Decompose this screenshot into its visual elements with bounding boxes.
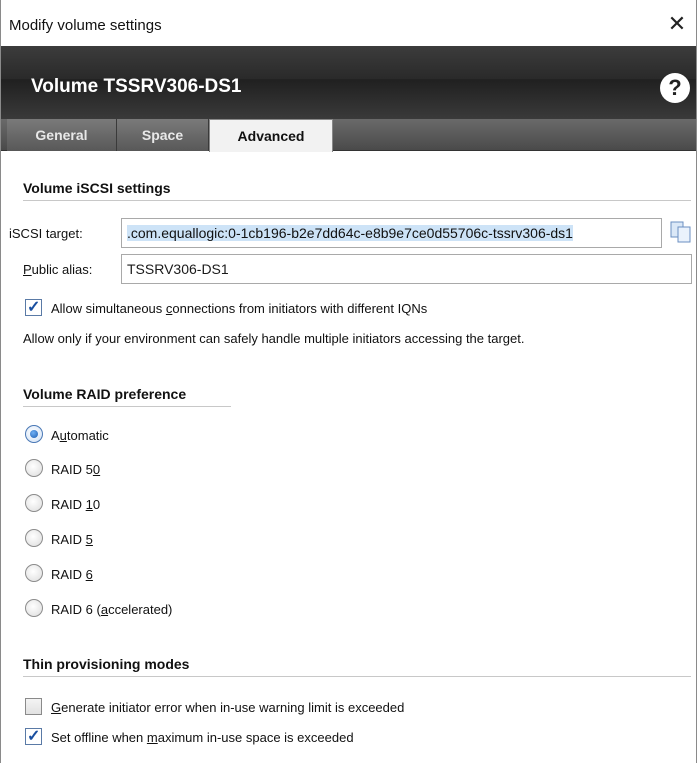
raid-50-radio[interactable] — [25, 459, 43, 477]
volume-title: Volume TSSRV306-DS1 — [31, 76, 242, 97]
opt-mnemonic: 0 — [92, 462, 101, 477]
raid-6-accelerated-label[interactable]: RAID 6 (accelerated) — [51, 602, 172, 617]
opt-pre: RAID — [51, 532, 86, 547]
allow-multi-initiator-label[interactable]: Allow simultaneous connections from init… — [51, 301, 427, 316]
section-divider — [23, 676, 691, 677]
raid-5-label[interactable]: RAID 5 — [51, 532, 93, 547]
help-icon[interactable]: ? — [660, 73, 690, 103]
volume-header: Volume TSSRV306-DS1 ? — [1, 46, 696, 119]
raid-6-label[interactable]: RAID 6 — [51, 567, 93, 582]
public-alias-label: Public alias: — [23, 262, 92, 277]
opt-pre: RAID — [51, 567, 86, 582]
section-divider — [23, 406, 231, 407]
copy-icon[interactable] — [669, 221, 693, 243]
opt-pre: RAID 6 ( — [51, 602, 101, 617]
iscsi-target-label: iSCSI target: — [9, 226, 83, 241]
tab-advanced[interactable]: Advanced — [209, 119, 333, 152]
opt-mnemonic: u — [59, 428, 67, 443]
opt-post: ccelerated) — [108, 602, 173, 617]
public-alias-field[interactable]: TSSRV306-DS1 — [121, 254, 692, 284]
set-offline-label[interactable]: Set offline when maximum in-use space is… — [51, 730, 354, 745]
opt-mnemonic: a — [100, 602, 109, 617]
raid-5-radio[interactable] — [25, 529, 43, 547]
opt-mnemonic: m — [146, 730, 158, 745]
opt-mnemonic: G — [51, 700, 62, 715]
opt-mnemonic: 1 — [85, 497, 93, 512]
tab-general[interactable]: General — [7, 119, 117, 151]
alias-label-mnemonic: P — [23, 262, 32, 277]
public-alias-value: TSSRV306-DS1 — [127, 261, 229, 277]
opt-mnemonic: 5 — [85, 532, 93, 547]
multi-initiator-note: Allow only if your environment can safel… — [23, 331, 525, 346]
iscsi-section-title: Volume iSCSI settings — [23, 180, 171, 196]
allow-multi-label-post: onnections from initiators with differen… — [172, 301, 428, 316]
alias-label-rest: ublic alias: — [31, 262, 93, 277]
raid-automatic-radio[interactable] — [25, 425, 43, 443]
generate-initiator-error-label[interactable]: Generate initiator error when in-use war… — [51, 700, 404, 715]
raid-automatic-label[interactable]: Automatic — [51, 428, 109, 443]
opt-pre: A — [51, 428, 60, 443]
opt-post: aximum in-use space is exceeded — [157, 730, 354, 745]
generate-initiator-error-checkbox[interactable] — [25, 698, 42, 715]
set-offline-checkbox[interactable] — [25, 726, 42, 746]
iscsi-target-value: .com.equallogic:0-1cb196-b2e7dd64c-e8b9e… — [127, 225, 573, 241]
tab-bar: General Space Advanced — [1, 119, 696, 152]
raid-6-accelerated-radio[interactable] — [25, 599, 43, 617]
raid-section-title: Volume RAID preference — [23, 386, 187, 402]
thin-section-title: Thin provisioning modes — [23, 656, 190, 672]
iscsi-target-field[interactable]: .com.equallogic:0-1cb196-b2e7dd64c-e8b9e… — [121, 218, 662, 248]
opt-post: tomatic — [66, 428, 109, 443]
modify-volume-dialog: Modify volume settings ✕ Volume TSSRV306… — [0, 0, 697, 763]
window-title: Modify volume settings — [9, 17, 162, 34]
opt-pre: RAID 5 — [51, 462, 93, 477]
raid-6-radio[interactable] — [25, 564, 43, 582]
opt-post: 0 — [92, 497, 101, 512]
close-icon[interactable]: ✕ — [664, 11, 690, 37]
opt-post: enerate initiator error when in-use warn… — [61, 700, 405, 715]
opt-pre: RAID — [51, 497, 86, 512]
raid-50-label[interactable]: RAID 50 — [51, 462, 100, 477]
opt-pre: Set offline when — [51, 730, 147, 745]
title-bar: Modify volume settings ✕ — [1, 0, 696, 46]
allow-multi-label-pre: Allow simultaneous — [51, 301, 166, 316]
section-divider — [23, 200, 691, 201]
allow-multi-initiator-checkbox[interactable] — [25, 297, 42, 317]
opt-mnemonic: 6 — [85, 567, 93, 582]
raid-10-label[interactable]: RAID 10 — [51, 497, 100, 512]
tab-space[interactable]: Space — [117, 119, 209, 151]
raid-10-radio[interactable] — [25, 494, 43, 512]
